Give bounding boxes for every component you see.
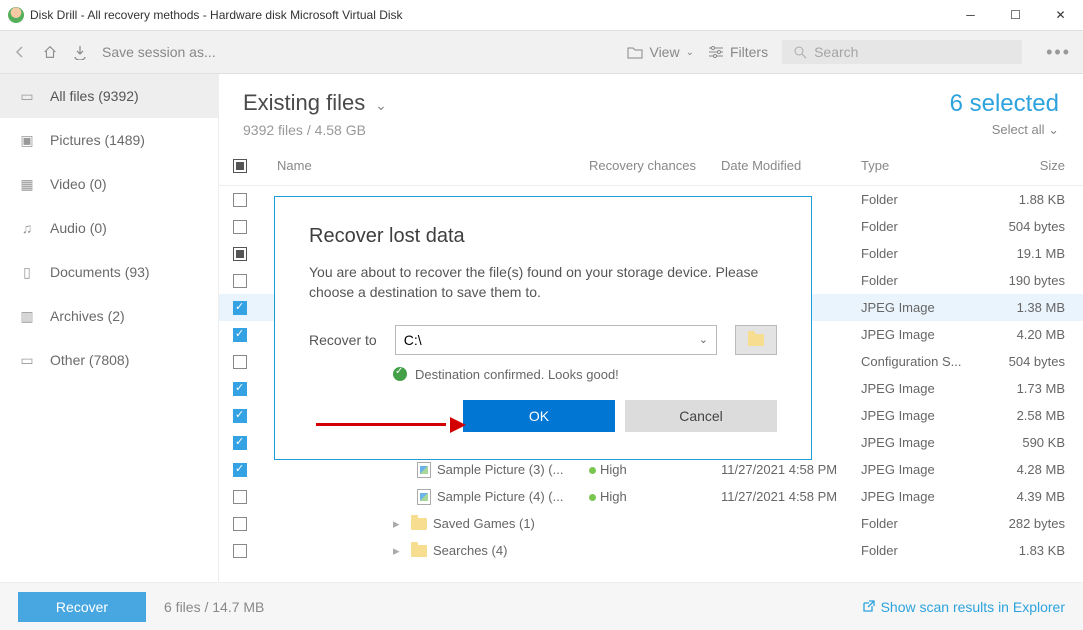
folder-icon bbox=[748, 334, 764, 346]
sidebar-item-archives[interactable]: ▥Archives (2) bbox=[0, 294, 218, 338]
other-icon: ▭ bbox=[18, 352, 36, 369]
table-row[interactable]: ▸Saved Games (1)Folder282 bytes bbox=[219, 510, 1083, 537]
footer: Recover 6 files / 14.7 MB Show scan resu… bbox=[0, 582, 1083, 630]
image-file-icon bbox=[417, 489, 431, 505]
row-checkbox[interactable] bbox=[233, 247, 247, 261]
sidebar-item-video[interactable]: ▦Video (0) bbox=[0, 162, 218, 206]
documents-icon: ▯ bbox=[18, 264, 36, 281]
image-file-icon bbox=[417, 462, 431, 478]
sidebar-item-other[interactable]: ▭Other (7808) bbox=[0, 338, 218, 382]
col-name[interactable]: Name bbox=[269, 158, 589, 173]
status-dot-icon bbox=[589, 494, 596, 501]
recover-to-label: Recover to bbox=[309, 332, 377, 348]
maximize-button[interactable]: ☐ bbox=[993, 0, 1038, 30]
sidebar-item-documents[interactable]: ▯Documents (93) bbox=[0, 250, 218, 294]
row-checkbox[interactable] bbox=[233, 436, 247, 450]
browse-button[interactable] bbox=[735, 325, 777, 355]
table-row[interactable]: Sample Picture (3) (...High11/27/2021 4:… bbox=[219, 456, 1083, 483]
sidebar-item-audio[interactable]: ♫Audio (0) bbox=[0, 206, 218, 250]
page-subtitle: 9392 files / 4.58 GB bbox=[243, 122, 387, 138]
show-in-explorer-link[interactable]: Show scan results in Explorer bbox=[861, 599, 1065, 615]
sidebar: ▭All files (9392) ▣Pictures (1489) ▦Vide… bbox=[0, 74, 218, 582]
row-checkbox[interactable] bbox=[233, 490, 247, 504]
header-checkbox[interactable] bbox=[233, 159, 247, 173]
col-date[interactable]: Date Modified bbox=[721, 158, 861, 173]
sidebar-item-pictures[interactable]: ▣Pictures (1489) bbox=[0, 118, 218, 162]
table-row[interactable]: Sample Picture (4) (...High11/27/2021 4:… bbox=[219, 483, 1083, 510]
row-checkbox[interactable] bbox=[233, 301, 247, 315]
chevron-down-icon: ⌄ bbox=[686, 47, 694, 58]
chevron-down-icon: ⌄ bbox=[699, 333, 708, 346]
row-checkbox[interactable] bbox=[233, 220, 247, 234]
row-checkbox[interactable] bbox=[233, 193, 247, 207]
titlebar: Disk Drill - All recovery methods - Hard… bbox=[0, 0, 1083, 30]
files-icon: ▭ bbox=[18, 88, 36, 105]
more-button[interactable]: ••• bbox=[1046, 42, 1071, 63]
table-row[interactable]: ▸Searches (4)Folder1.83 KB bbox=[219, 537, 1083, 564]
row-checkbox[interactable] bbox=[233, 328, 247, 342]
row-checkbox[interactable] bbox=[233, 409, 247, 423]
cancel-button[interactable]: Cancel bbox=[625, 400, 777, 432]
col-recovery[interactable]: Recovery chances bbox=[589, 158, 721, 173]
status-dot-icon bbox=[589, 467, 596, 474]
save-session-button[interactable]: Save session as... bbox=[102, 44, 216, 60]
row-checkbox[interactable] bbox=[233, 382, 247, 396]
page-title[interactable]: Existing files ⌄ bbox=[243, 90, 387, 116]
filters-button[interactable]: Filters bbox=[708, 44, 768, 60]
check-circle-icon bbox=[393, 367, 407, 381]
search-placeholder: Search bbox=[814, 44, 858, 60]
expand-icon[interactable]: ▸ bbox=[393, 543, 405, 559]
footer-info: 6 files / 14.7 MB bbox=[164, 599, 264, 615]
folder-icon bbox=[411, 545, 427, 557]
col-type[interactable]: Type bbox=[861, 158, 983, 173]
audio-icon: ♫ bbox=[18, 220, 36, 236]
app-icon bbox=[8, 7, 24, 23]
destination-confirmation: Destination confirmed. Looks good! bbox=[393, 367, 777, 382]
toolbar: Save session as... View ⌄ Filters Search… bbox=[0, 30, 1083, 74]
search-icon bbox=[792, 44, 808, 60]
archives-icon: ▥ bbox=[18, 308, 36, 325]
search-input[interactable]: Search bbox=[782, 40, 1022, 64]
recover-button[interactable]: Recover bbox=[18, 592, 146, 622]
chevron-down-icon: ⌄ bbox=[371, 97, 387, 113]
folder-icon bbox=[411, 518, 427, 530]
video-icon: ▦ bbox=[18, 176, 36, 193]
window-title: Disk Drill - All recovery methods - Hard… bbox=[30, 8, 403, 22]
annotation-arrow bbox=[316, 418, 466, 432]
recover-to-select[interactable]: C:\ ⌄ bbox=[395, 325, 717, 355]
modal-message: You are about to recover the file(s) fou… bbox=[309, 262, 777, 303]
row-checkbox[interactable] bbox=[233, 463, 247, 477]
pictures-icon: ▣ bbox=[18, 132, 36, 149]
folder-icon bbox=[627, 44, 643, 60]
sliders-icon bbox=[708, 44, 724, 60]
view-button[interactable]: View ⌄ bbox=[627, 44, 693, 60]
back-icon[interactable] bbox=[12, 44, 28, 60]
external-icon bbox=[861, 600, 875, 614]
table-header: Name Recovery chances Date Modified Type… bbox=[219, 146, 1083, 186]
select-all-button[interactable]: Select all ⌄ bbox=[950, 122, 1059, 138]
row-checkbox[interactable] bbox=[233, 544, 247, 558]
close-button[interactable]: ✕ bbox=[1038, 0, 1083, 30]
home-icon[interactable] bbox=[42, 44, 58, 60]
modal-title: Recover lost data bbox=[309, 225, 777, 248]
minimize-button[interactable]: ─ bbox=[948, 0, 993, 30]
sidebar-item-all-files[interactable]: ▭All files (9392) bbox=[0, 74, 218, 118]
selected-count: 6 selected bbox=[950, 90, 1059, 118]
row-checkbox[interactable] bbox=[233, 274, 247, 288]
row-checkbox[interactable] bbox=[233, 517, 247, 531]
ok-button[interactable]: OK bbox=[463, 400, 615, 432]
row-checkbox[interactable] bbox=[233, 355, 247, 369]
col-size[interactable]: Size bbox=[983, 158, 1083, 173]
download-icon[interactable] bbox=[72, 44, 88, 60]
expand-icon[interactable]: ▸ bbox=[393, 516, 405, 532]
